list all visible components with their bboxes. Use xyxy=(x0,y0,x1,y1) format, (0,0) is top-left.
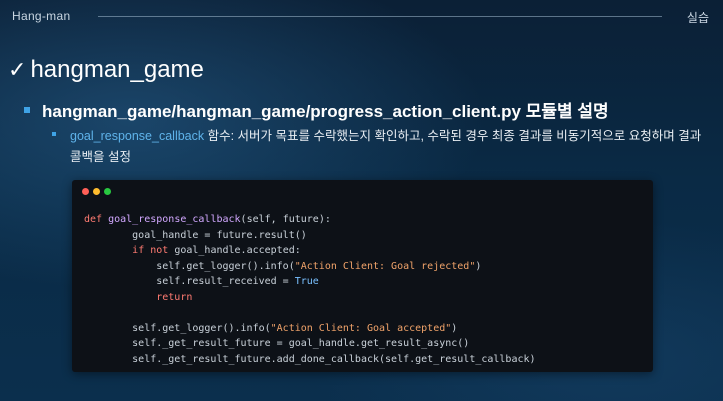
square-bullet-icon xyxy=(24,106,30,113)
header-title: Hang-man xyxy=(12,9,71,23)
code-line: self.result_received = True xyxy=(84,276,319,287)
maximize-dot-icon xyxy=(104,188,111,195)
code-window: def goal_response_callback(self, future)… xyxy=(72,180,653,372)
code-line: if not goal_handle.accepted: xyxy=(132,245,301,256)
slide-title: hangman_game xyxy=(30,56,204,83)
code-block: def goal_response_callback(self, future)… xyxy=(84,212,536,367)
function-name: goal_response_callback xyxy=(70,129,205,143)
code-line: self.get_logger().info("Action Client: G… xyxy=(84,322,458,334)
header-divider xyxy=(98,16,662,17)
close-dot-icon xyxy=(82,188,89,195)
minimize-dot-icon xyxy=(93,188,100,195)
description-row: goal_response_callback 함수: 서버가 목표를 수락했는지… xyxy=(52,126,714,168)
code-line: self._get_result_future.add_done_callbac… xyxy=(84,353,536,365)
small-bullet-icon xyxy=(52,132,56,136)
slide-subtitle: hangman_game/hangman_game/progress_actio… xyxy=(42,102,609,121)
code-line: def goal_response_callback(self, future)… xyxy=(84,214,331,225)
code-line: self._get_result_future = goal_handle.ge… xyxy=(84,338,470,349)
code-line: return xyxy=(156,291,193,303)
slide-header: Hang-man 실습 xyxy=(0,0,723,34)
checkmark-icon: ✓ xyxy=(8,57,27,82)
code-line: self.get_logger().info("Action Client: G… xyxy=(84,260,482,272)
description-text: goal_response_callback 함수: 서버가 목표를 수락했는지… xyxy=(70,126,714,168)
subtitle-row: hangman_game/hangman_game/progress_actio… xyxy=(24,97,609,122)
code-line: goal_handle = future.result() xyxy=(84,229,307,241)
window-controls xyxy=(82,188,115,195)
slide-title-row: ✓ hangman_game xyxy=(8,56,204,84)
header-section-label: 실습 xyxy=(686,11,709,25)
